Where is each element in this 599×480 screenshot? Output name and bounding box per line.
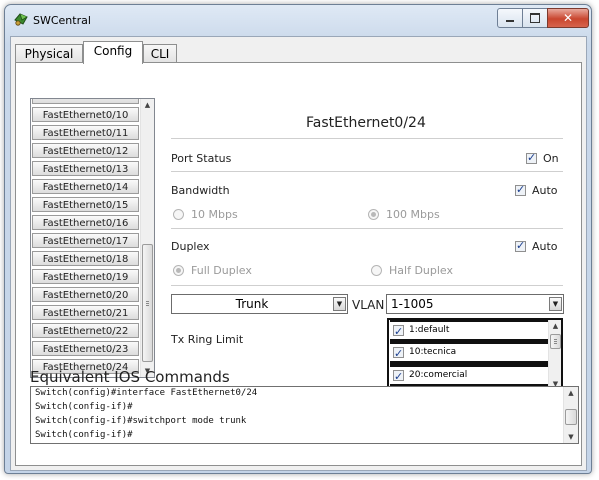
- port-item[interactable]: FastEthernet0/10: [32, 107, 139, 122]
- scroll-thumb[interactable]: [142, 244, 153, 362]
- log-line: Switch(config-if)#: [35, 430, 133, 440]
- vlan-item-checkbox[interactable]: [393, 323, 404, 340]
- ios-log-scrollbar[interactable]: ▲ ▼: [563, 387, 578, 443]
- vlan-item-label: 10:tecnica: [409, 347, 457, 357]
- interface-title: FastEthernet0/24: [306, 115, 426, 131]
- port-item[interactable]: FastEthernet0/15: [32, 197, 139, 212]
- tab-physical[interactable]: Physical: [15, 44, 83, 63]
- separator: [171, 138, 563, 139]
- title-bar[interactable]: SWCentral ✕: [5, 5, 591, 33]
- separator: [171, 285, 563, 286]
- vlan-item-checkbox[interactable]: [393, 345, 404, 362]
- minimize-button[interactable]: [497, 8, 523, 28]
- bandwidth-auto-label: Auto: [532, 184, 558, 197]
- app-window: SWCentral ✕ Physical Config CLI FastEthe…: [4, 4, 592, 474]
- port-item[interactable]: FastEthernet0/14: [32, 179, 139, 194]
- log-line: Switch(config-if)#: [35, 402, 133, 412]
- ios-commands-label: Equivalent IOS Commands: [30, 368, 230, 386]
- port-list-scrollbar[interactable]: ▲ ▼: [140, 99, 154, 377]
- minimize-icon: [506, 20, 514, 22]
- port-item[interactable]: FastEthernet0/11: [32, 125, 139, 140]
- vlan-item[interactable]: 10:tecnica: [390, 341, 549, 364]
- port-item[interactable]: FastEthernet0/12: [32, 143, 139, 158]
- bandwidth-10-radio[interactable]: [173, 209, 184, 220]
- separator: [171, 228, 563, 229]
- close-icon: ✕: [562, 11, 574, 25]
- window-title: SWCentral: [33, 14, 91, 27]
- scroll-thumb[interactable]: [550, 334, 561, 349]
- duplex-half-radio[interactable]: [371, 265, 382, 276]
- window-client: Physical Config CLI FastEthernet0/10 Fast…: [10, 36, 587, 471]
- port-item[interactable]: FastEthernet0/21: [32, 305, 139, 320]
- port-item[interactable]: FastEthernet0/18: [32, 251, 139, 266]
- mode-select[interactable]: Trunk ▼: [171, 294, 348, 314]
- port-status-on-label: On: [543, 152, 559, 165]
- vlan-item-checkbox[interactable]: [393, 368, 404, 385]
- port-item-partial[interactable]: [32, 99, 139, 104]
- vlan-label: VLAN: [352, 298, 385, 312]
- vlan-dropdown-icon[interactable]: ▼: [549, 297, 562, 311]
- maximize-icon: [530, 13, 540, 23]
- duplex-label: Duplex: [171, 240, 210, 253]
- bandwidth-10-label: 10 Mbps: [191, 208, 238, 221]
- mode-value: Trunk: [235, 297, 269, 311]
- vlan-select[interactable]: 1-1005 ▼: [386, 294, 564, 314]
- duplex-auto-checkbox[interactable]: [515, 239, 526, 252]
- duplex-full-radio[interactable]: [173, 265, 184, 276]
- separator: [171, 171, 563, 172]
- vlan-item-label: 20:comercial: [409, 370, 468, 380]
- port-item[interactable]: FastEthernet0/22: [32, 323, 139, 338]
- port-item[interactable]: FastEthernet0/20: [32, 287, 139, 302]
- duplex-full-label: Full Duplex: [191, 264, 252, 277]
- tx-ring-limit-label: Tx Ring Limit: [171, 333, 244, 346]
- port-item[interactable]: FastEthernet0/19: [32, 269, 139, 284]
- mode-dropdown-icon[interactable]: ▼: [333, 297, 346, 311]
- tab-config[interactable]: Config: [83, 41, 143, 64]
- duplex-half-label: Half Duplex: [389, 264, 454, 277]
- bandwidth-auto-checkbox[interactable]: [515, 183, 526, 196]
- port-status-checkbox[interactable]: [526, 151, 537, 164]
- vlan-item-label: 1:default: [409, 325, 450, 335]
- vlan-list: 1:default 10:tecnica 20:comercial ▲ ▼: [387, 318, 563, 392]
- scroll-up-icon[interactable]: ▲: [141, 99, 154, 111]
- maximize-button[interactable]: [522, 8, 548, 28]
- bandwidth-100-radio[interactable]: [368, 209, 379, 220]
- app-icon: [14, 13, 28, 26]
- scroll-up-icon[interactable]: ▲: [549, 320, 561, 332]
- log-line: Switch(config)#interface FastEthernet0/2…: [35, 388, 258, 398]
- bandwidth-100-label: 100 Mbps: [386, 208, 440, 221]
- scroll-thumb[interactable]: [565, 409, 577, 425]
- log-line: Switch(config-if)#switchport mode trunk: [35, 416, 247, 426]
- close-button[interactable]: ✕: [547, 8, 589, 28]
- scroll-down-icon[interactable]: ▼: [564, 431, 578, 443]
- vlan-item[interactable]: 1:default: [390, 320, 549, 342]
- ios-commands-log: Switch(config)#interface FastEthernet0/2…: [30, 386, 579, 444]
- duplex-auto-label: Auto: [532, 240, 558, 253]
- vlan-list-scrollbar[interactable]: ▲ ▼: [548, 320, 561, 390]
- config-page: FastEthernet0/10 FastEthernet0/11 FastEthe…: [15, 62, 582, 466]
- port-item[interactable]: FastEthernet0/23: [32, 341, 139, 356]
- port-item[interactable]: FastEthernet0/17: [32, 233, 139, 248]
- scroll-up-icon[interactable]: ▲: [564, 387, 578, 399]
- vlan-item[interactable]: 20:comercial: [390, 364, 549, 387]
- port-item[interactable]: FastEthernet0/13: [32, 161, 139, 176]
- port-status-label: Port Status: [171, 152, 232, 165]
- bandwidth-label: Bandwidth: [171, 184, 230, 197]
- port-item[interactable]: FastEthernet0/16: [32, 215, 139, 230]
- port-list: FastEthernet0/10 FastEthernet0/11 FastEthe…: [30, 98, 155, 378]
- vlan-value: 1-1005: [391, 297, 434, 311]
- tab-cli[interactable]: CLI: [143, 44, 177, 63]
